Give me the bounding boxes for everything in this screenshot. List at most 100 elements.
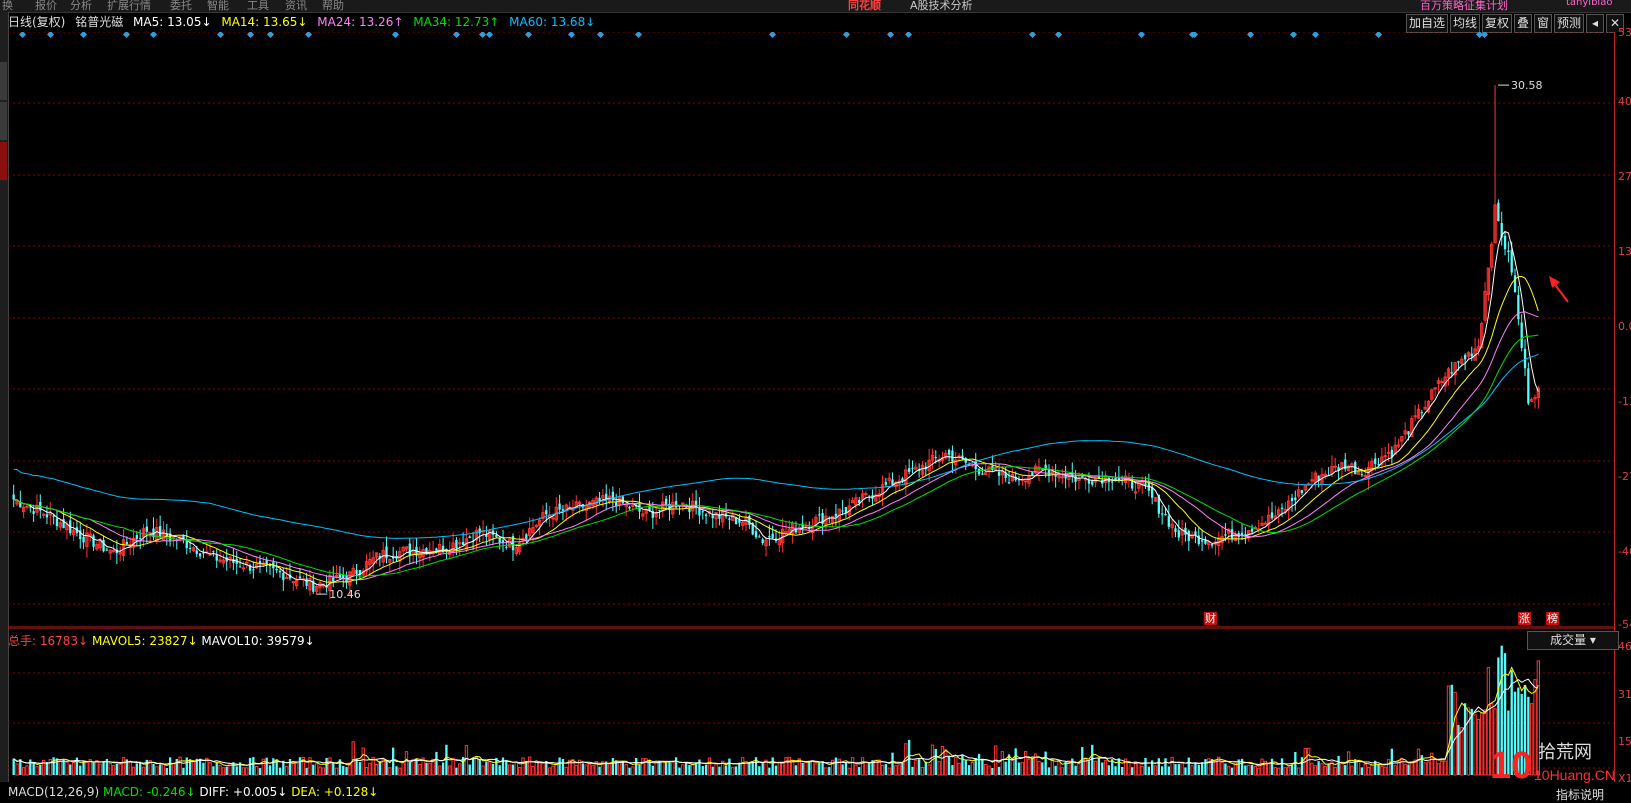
menu-item-ext-quote[interactable]: 扩展行情 — [107, 0, 151, 12]
signal-marker — [1028, 32, 1037, 39]
macd-info-bar: MACD(12,26,9) MACD: -0.246↓ DIFF: +0.005… — [8, 785, 378, 799]
ma34-label: MA34: 12.73↑ — [413, 15, 500, 29]
volume-bar-down — [1047, 767, 1051, 775]
indicator-help-link[interactable]: 指标说明 — [1556, 786, 1604, 803]
volume-bar-down — [917, 759, 921, 775]
volume-bar-up — [537, 761, 542, 776]
signal-marker — [634, 32, 643, 39]
volume-bar-up — [508, 764, 512, 776]
candle-body-down — [1360, 474, 1364, 476]
volume-bar-down — [638, 765, 641, 775]
volume-bar-up — [880, 764, 885, 776]
side-tab-2[interactable] — [0, 102, 7, 141]
volume-bar-up — [208, 761, 212, 776]
volume-bar-down — [505, 759, 508, 775]
volume-bar-up — [221, 767, 226, 776]
candle-body-down — [1144, 483, 1147, 485]
volume-bar-down — [701, 766, 704, 775]
volume-bar-down — [698, 759, 701, 775]
candlestick-chart[interactable]: 30.58 10.46 — [8, 32, 1614, 628]
volume-bar-down — [1184, 767, 1187, 775]
volume-chart[interactable] — [8, 628, 1614, 783]
volume-bar-up — [411, 758, 415, 776]
volume-bar-up — [547, 767, 552, 776]
signal-marker — [1480, 32, 1489, 39]
side-tab-1[interactable] — [0, 62, 7, 101]
volume-bar-down — [1294, 752, 1297, 775]
volume-bar-up — [551, 765, 555, 776]
avg-line-button[interactable]: 均线 — [1450, 14, 1480, 33]
volume-bar-down — [511, 764, 515, 775]
volume-bar-down — [1157, 758, 1160, 775]
event-finance-badge[interactable]: 财 — [1204, 612, 1217, 625]
macd-value: MACD: -0.246↓ — [102, 785, 196, 799]
y-tick-0: 0.0 — [1618, 320, 1631, 333]
menu-item-smart[interactable]: 智能 — [207, 0, 229, 12]
candle-body-up — [1440, 381, 1444, 384]
volume-bar-up — [564, 766, 568, 776]
volume-bar-up — [85, 761, 89, 776]
volume-bar-up — [1170, 756, 1174, 776]
menu-item-news[interactable]: 资讯 — [285, 0, 307, 12]
add-watchlist-button[interactable]: 加自选 — [1406, 14, 1448, 33]
volume-bar-up — [245, 767, 249, 776]
volume-bar-up — [1476, 719, 1481, 776]
overlay-button[interactable]: 叠 — [1514, 14, 1532, 33]
signal-marker — [524, 32, 533, 39]
menu-item-tools[interactable]: 工具 — [247, 0, 269, 12]
volume-bar-up — [291, 761, 295, 776]
menu-item-help[interactable]: 帮助 — [322, 0, 344, 12]
watermark-cn: 拾荒网 — [1538, 742, 1592, 763]
candle-body-down — [1374, 458, 1377, 464]
volume-bar-down — [1041, 762, 1044, 775]
signal-marker — [266, 32, 275, 39]
forecast-button[interactable]: 预测 — [1554, 14, 1584, 33]
indicator-select[interactable]: 成交量 ▾ — [1527, 631, 1619, 650]
volume-bar-up — [1024, 750, 1028, 776]
volume-bar-up — [1350, 765, 1354, 776]
volume-bar-down — [884, 764, 888, 775]
signal-marker — [216, 32, 225, 39]
arrow-left-icon[interactable]: ◂ — [1586, 14, 1604, 33]
volume-bar-up — [790, 761, 795, 776]
volume-bar-down — [1101, 762, 1104, 775]
volume-bar-down — [425, 762, 428, 775]
volume-bar-up — [864, 761, 868, 776]
candle-body-down — [884, 482, 888, 485]
volume-bar-up — [777, 761, 781, 776]
signal-marker — [485, 32, 494, 39]
volume-bar-down — [964, 759, 967, 775]
volume-bar-up — [111, 765, 116, 776]
menu-item-analysis[interactable]: 分析 — [70, 0, 92, 12]
event-ranking-badge[interactable]: 榜 — [1546, 612, 1559, 625]
volume-bar-down — [977, 753, 981, 775]
candle-body-down — [355, 569, 358, 575]
candle-body-down — [688, 508, 691, 512]
promo-link[interactable]: 百万策略征集计划 — [1420, 0, 1508, 12]
volume-bar-up — [1000, 751, 1005, 776]
side-tab-3[interactable] — [0, 142, 7, 181]
candle-body-up — [284, 577, 289, 580]
candle-body-up — [1060, 476, 1064, 479]
event-limit-up-badge[interactable]: 涨 — [1518, 612, 1531, 625]
volume-bar-down — [212, 766, 215, 775]
candle-body-down — [238, 566, 242, 568]
ma60-line — [13, 353, 1539, 539]
menu-item-order[interactable]: 委托 — [170, 0, 192, 12]
candle-body-down — [981, 473, 984, 475]
window-button[interactable]: 窗 — [1534, 14, 1552, 33]
ma60-label: MA60: 13.68↓ — [509, 15, 596, 29]
volume-bar-up — [65, 761, 69, 776]
adjust-button[interactable]: 复权 — [1482, 14, 1512, 33]
volume-bar-down — [961, 754, 964, 775]
volume-bar-down — [761, 763, 764, 775]
volume-bar-up — [1027, 758, 1031, 776]
volume-bar-down — [688, 764, 691, 775]
volume-bar-up — [418, 764, 422, 776]
volume-bar-down — [1017, 762, 1021, 775]
candle-body-down — [1087, 479, 1091, 484]
volume-bar-up — [95, 760, 99, 776]
volume-bar-down — [1114, 766, 1117, 775]
menu-item-quote[interactable]: 报价 — [35, 0, 57, 12]
signal-marker — [304, 32, 313, 39]
